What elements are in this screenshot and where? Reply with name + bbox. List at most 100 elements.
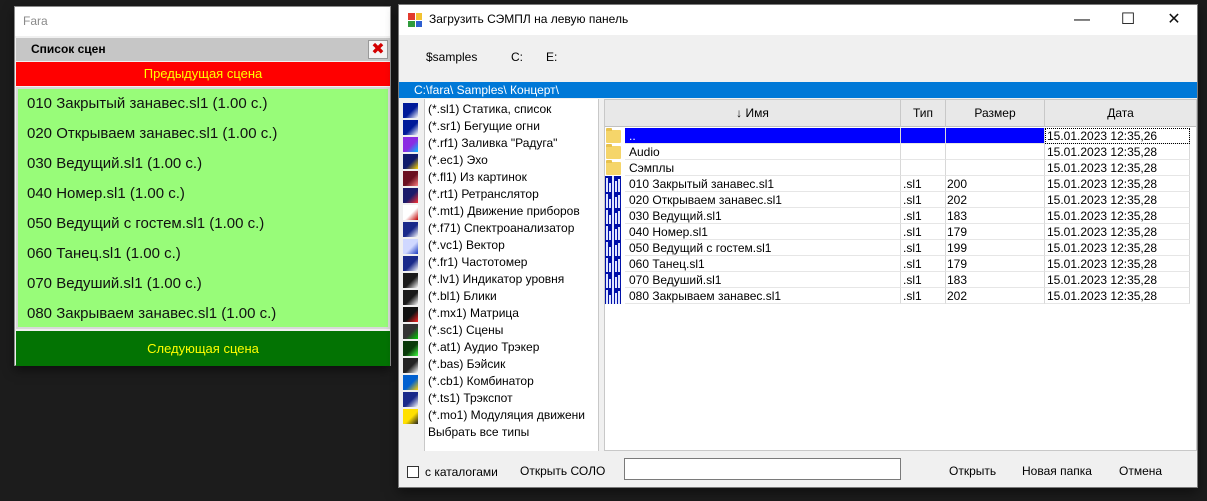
file-date: 15.01.2023 12:35,28 — [1045, 176, 1190, 192]
file-type-icon — [403, 307, 418, 322]
file-type-icon — [403, 205, 418, 220]
scene-list: 010 Закрытый занавес.sl1 (1.00 с.) 020 От… — [16, 87, 390, 329]
file-name: 060 Танец.sl1 — [625, 256, 901, 272]
file-row[interactable]: 010 Закрытый занавес.sl1 .sl1 200 15.01.202… — [605, 176, 1196, 192]
file-size — [946, 128, 1045, 144]
file-date: 15.01.2023 12:35,28 — [1045, 160, 1190, 176]
new-folder-button[interactable]: Новая папка — [1022, 464, 1092, 478]
file-size: 200 — [946, 176, 1045, 192]
dialog-bottom-bar: с каталогами Открыть СОЛО Открыть Новая … — [399, 453, 1197, 487]
column-size-header[interactable]: Размер — [946, 100, 1045, 127]
file-type-icon — [403, 188, 418, 203]
file-type-item[interactable]: (*.rf1) Заливка "Радуга" — [425, 135, 598, 152]
scene-window-titlebar: Fara — [15, 7, 390, 36]
file-name: 030 Ведущий.sl1 — [625, 208, 901, 224]
scene-item[interactable]: 030 Ведущий.sl1 (1.00 с.) — [18, 149, 388, 179]
column-name-header[interactable]: ↓ Имя — [605, 100, 901, 127]
drive-e-button[interactable]: E: — [546, 50, 557, 64]
file-type-item[interactable]: (*.cb1) Комбинатор — [425, 373, 598, 390]
file-type-item[interactable]: (*.fl1) Из картинок — [425, 169, 598, 186]
scene-item[interactable]: 010 Закрытый занавес.sl1 (1.00 с.) — [18, 89, 388, 119]
scene-item[interactable]: 060 Танец.sl1 (1.00 с.) — [18, 239, 388, 269]
file-size: 179 — [946, 256, 1045, 272]
drive-samples-button[interactable]: $samples — [426, 50, 477, 64]
file-row[interactable]: 050 Ведущий с гостем.sl1 .sl1 199 15.01.202… — [605, 240, 1196, 256]
next-scene-button[interactable]: Следующая сцена — [16, 331, 390, 366]
file-row[interactable]: .. 15.01.2023 12:35,26 — [605, 128, 1196, 144]
minimize-button[interactable]: — — [1059, 5, 1105, 35]
file-type-item[interactable]: (*.bl1) Блики — [425, 288, 598, 305]
file-type-item[interactable]: (*.sr1) Бегущие огни — [425, 118, 598, 135]
with-dirs-checkbox[interactable] — [407, 466, 419, 478]
file-types-list: (*.sl1) Статика, список (*.sr1) Бегущие о… — [425, 101, 598, 441]
file-type-icon — [403, 239, 418, 254]
column-date-header[interactable]: Дата — [1045, 100, 1196, 127]
file-name: 050 Ведущий с гостем.sl1 — [625, 240, 901, 256]
previous-scene-button[interactable]: Предыдущая сцена — [16, 62, 390, 86]
file-row[interactable]: Audio 15.01.2023 12:35,28 — [605, 144, 1196, 160]
file-row[interactable]: 060 Танец.sl1 .sl1 179 15.01.2023 12:35,28 — [605, 256, 1196, 272]
file-type — [901, 128, 946, 144]
drive-c-button[interactable]: C: — [511, 50, 523, 64]
file-size — [946, 160, 1045, 176]
file-type-item[interactable]: (*.fr1) Частотомер — [425, 254, 598, 271]
file-row[interactable]: 080 Закрываем занавес.sl1 .sl1 202 15.01.20… — [605, 288, 1196, 304]
close-icon[interactable]: ✖ — [368, 40, 388, 59]
load-sample-dialog: Загрузить СЭМПЛ на левую панель — ☐ ✕ $s… — [398, 4, 1198, 488]
file-type-item[interactable]: (*.mo1) Модуляция движени — [425, 407, 598, 424]
file-row[interactable]: 040 Номер.sl1 .sl1 179 15.01.2023 12:35,28 — [605, 224, 1196, 240]
scene-item[interactable]: 080 Закрываем занавес.sl1 (1.00 с.) — [18, 299, 388, 329]
drive-bar: $samples C: E: — [399, 36, 1197, 81]
file-type-icon — [403, 273, 418, 288]
file-date: 15.01.2023 12:35,26 — [1045, 128, 1190, 144]
file-type-icon — [403, 222, 418, 237]
file-date: 15.01.2023 12:35,28 — [1045, 192, 1190, 208]
open-button[interactable]: Открыть — [949, 464, 996, 478]
app-icon — [408, 13, 422, 27]
file-type: .sl1 — [901, 240, 946, 256]
file-type-icon — [403, 256, 418, 271]
scene-item[interactable]: 040 Номер.sl1 (1.00 с.) — [18, 179, 388, 209]
file-row[interactable]: 030 Ведущий.sl1 .sl1 183 15.01.2023 12:35,2… — [605, 208, 1196, 224]
file-row[interactable]: 020 Открываем занавес.sl1 .sl1 202 15.01.20… — [605, 192, 1196, 208]
file-list-panel: ↓ Имя Тип Размер Дата .. 15.01.2023 12:35… — [604, 99, 1197, 451]
scene-item[interactable]: 050 Ведущий с гостем.sl1 (1.00 с.) — [18, 209, 388, 239]
file-type-item[interactable]: (*.ec1) Эхо — [425, 152, 598, 169]
maximize-button[interactable]: ☐ — [1105, 5, 1151, 35]
file-type-item[interactable]: (*.ts1) Трэкспот — [425, 390, 598, 407]
file-type-icon — [403, 154, 418, 169]
filename-input[interactable] — [624, 458, 901, 480]
file-type-item[interactable]: (*.bas) Бэйсик — [425, 356, 598, 373]
file-type-item[interactable]: (*.at1) Аудио Трэкер — [425, 339, 598, 356]
file-name: 040 Номер.sl1 — [625, 224, 901, 240]
file-row[interactable]: 070 Ведуший.sl1 .sl1 183 15.01.2023 12:35,2… — [605, 272, 1196, 288]
file-type-item[interactable]: (*.rt1) Ретранслятор — [425, 186, 598, 203]
file-type-item[interactable]: (*.sl1) Статика, список — [425, 101, 598, 118]
file-size: 202 — [946, 192, 1045, 208]
column-type-header[interactable]: Тип — [901, 100, 946, 127]
open-solo-button[interactable]: Открыть СОЛО — [520, 464, 605, 478]
file-date: 15.01.2023 12:35,28 — [1045, 208, 1190, 224]
file-type-item[interactable]: (*.sc1) Сцены — [425, 322, 598, 339]
close-button[interactable]: ✕ — [1151, 5, 1197, 35]
file-type-icon — [403, 103, 418, 118]
file-type-icon — [403, 137, 418, 152]
file-list: .. 15.01.2023 12:35,26 Audio 15.01.2023 12:… — [605, 128, 1196, 304]
file-type-item[interactable]: (*.lv1) Индикатор уровня — [425, 271, 598, 288]
file-list-header: ↓ Имя Тип Размер Дата — [605, 100, 1196, 127]
file-type-icon — [403, 392, 418, 407]
scene-list-title: Список сцен — [31, 42, 106, 56]
file-type-item[interactable]: Выбрать все типы — [425, 424, 598, 441]
scene-item[interactable]: 070 Ведуший.sl1 (1.00 с.) — [18, 269, 388, 299]
file-type-icon — [403, 409, 418, 424]
file-row[interactable]: Сэмплы 15.01.2023 12:35,28 — [605, 160, 1196, 176]
scene-item[interactable]: 020 Открываем занавес.sl1 (1.00 с.) — [18, 119, 388, 149]
sample-file-icon — [605, 288, 623, 304]
file-type-item[interactable]: (*.vc1) Вектор — [425, 237, 598, 254]
file-type-item[interactable]: (*.f71) Спектроанализатор — [425, 220, 598, 237]
sample-file-icon — [605, 208, 623, 224]
file-type-item[interactable]: (*.mx1) Матрица — [425, 305, 598, 322]
file-date: 15.01.2023 12:35,28 — [1045, 240, 1190, 256]
cancel-button[interactable]: Отмена — [1119, 464, 1162, 478]
file-type-item[interactable]: (*.mt1) Движение приборов — [425, 203, 598, 220]
